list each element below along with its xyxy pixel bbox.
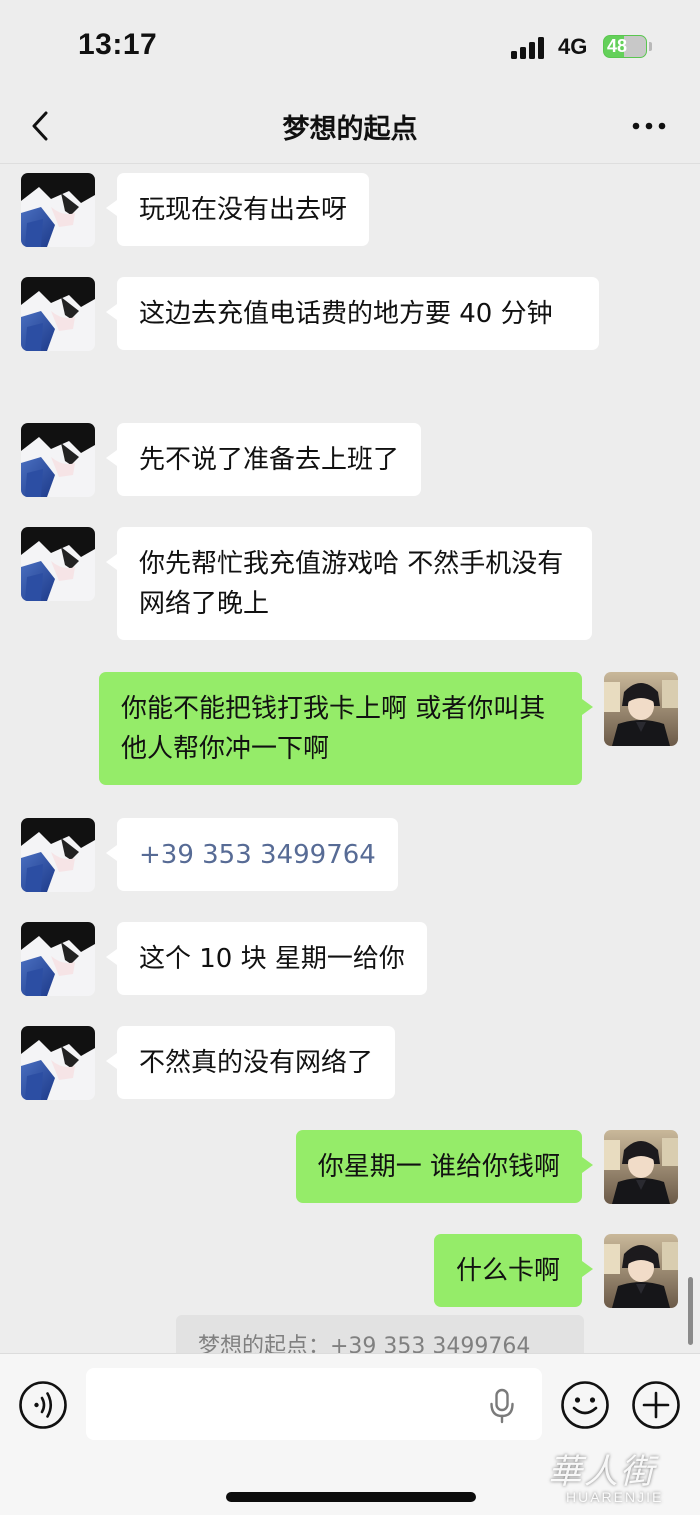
phone-number-link[interactable]: +39 353 3499764 — [139, 840, 376, 870]
network-type: 4G — [558, 34, 588, 59]
input-bar: 華人街 HUARENJIE — [0, 1353, 700, 1515]
contact-avatar[interactable] — [21, 173, 95, 247]
contact-avatar[interactable] — [21, 277, 95, 351]
contact-avatar[interactable] — [21, 818, 95, 892]
more-actions-button[interactable] — [631, 1380, 681, 1430]
contact-avatar[interactable] — [21, 527, 95, 601]
message-bubble[interactable]: 这边去充值电话费的地方要 40 分钟 — [106, 277, 599, 350]
message-bubble[interactable]: 你先帮忙我充值游戏哈 不然手机没有网络了晚上 — [106, 527, 592, 640]
message-bubble[interactable]: 不然真的没有网络了 — [105, 1026, 396, 1099]
my-avatar[interactable] — [604, 1130, 678, 1204]
voice-toggle-button[interactable] — [18, 1380, 68, 1430]
contact-avatar[interactable] — [21, 423, 95, 497]
message-bubble[interactable]: 玩现在没有出去呀 — [105, 173, 370, 246]
more-dots-icon — [632, 122, 666, 130]
contact-avatar[interactable] — [21, 1026, 95, 1100]
message-bubble[interactable]: 这个 10 块 星期一给你 — [106, 922, 427, 995]
signal-icon — [511, 37, 547, 59]
battery-percent: 48 — [607, 36, 628, 56]
voice-icon — [19, 1381, 67, 1429]
battery-icon: 48 — [603, 35, 647, 58]
chat-title: 梦想的起点 — [282, 114, 418, 145]
message-bubble[interactable]: 你能不能把钱打我卡上啊 或者你叫其他人帮你冲一下啊 — [99, 672, 593, 785]
scrollbar[interactable] — [688, 1277, 693, 1345]
watermark-cn: 華人街 — [548, 1452, 656, 1492]
home-indicator[interactable] — [226, 1492, 476, 1502]
plus-icon — [632, 1381, 680, 1429]
chat-area[interactable]: 玩现在没有出去呀 这边去充值电话费的地方要 40 分钟 先不说了准备去上班了 你… — [0, 164, 700, 1353]
more-button[interactable] — [626, 106, 674, 146]
my-avatar[interactable] — [604, 1234, 678, 1308]
watermark-en: HUARENJIE — [566, 1489, 664, 1505]
mic-button[interactable] — [488, 1388, 516, 1424]
mic-icon — [490, 1388, 514, 1424]
status-bar: 13:17 4G 48 — [0, 0, 700, 90]
message-bubble[interactable]: 先不说了准备去上班了 — [105, 423, 422, 496]
message-bubble[interactable]: 你星期一 谁给你钱啊 — [295, 1130, 594, 1203]
battery-cap — [649, 42, 652, 51]
message-input[interactable] — [86, 1368, 542, 1440]
my-avatar[interactable] — [604, 672, 678, 746]
emoji-button[interactable] — [560, 1380, 610, 1430]
watermark-logo: 華人街 HUARENJIE — [548, 1444, 694, 1508]
message-bubble: +39 353 3499764 — [106, 818, 398, 891]
nav-bar: 梦想的起点 — [0, 90, 700, 164]
status-time: 13:17 — [78, 28, 158, 61]
emoji-icon — [561, 1381, 609, 1429]
message-bubble[interactable]: 什么卡啊 — [433, 1234, 594, 1307]
contact-avatar[interactable] — [21, 922, 95, 996]
quoted-message[interactable]: 梦想的起点：+39 353 3499764 — [176, 1315, 584, 1353]
